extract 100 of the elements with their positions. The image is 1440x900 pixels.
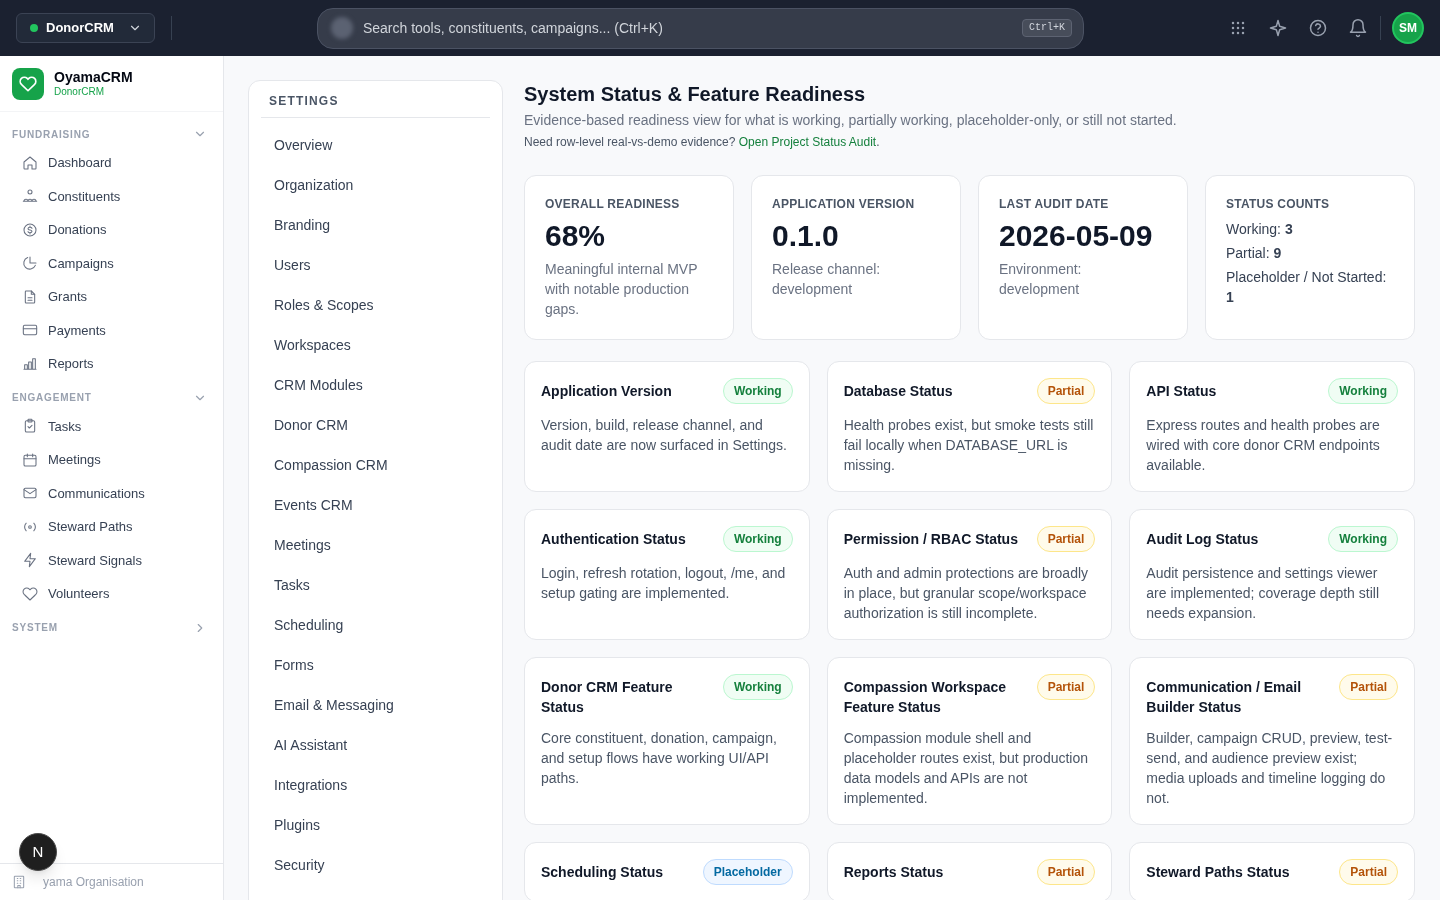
settings-nav-item[interactable]: Meetings xyxy=(261,525,490,565)
sidebar-item[interactable]: Donations xyxy=(12,213,211,247)
settings-nav-item[interactable]: Tasks xyxy=(261,565,490,605)
settings-nav-item[interactable]: Roles & Scopes xyxy=(261,285,490,325)
clipboard-check-icon xyxy=(22,418,38,435)
audit-note: Need row-level real-vs-demo evidence? Open Project Status Audit. xyxy=(524,134,881,150)
settings-nav-item[interactable]: Email & Messaging xyxy=(261,685,490,725)
status-description: Builder, campaign CRUD, preview, test-send, and audience preview exist; media uploads and timeline logging do not. xyxy=(1146,729,1394,808)
status-count: Placeholder / Not Started: 1 xyxy=(1226,268,1388,307)
status-card-title: Permission / RBAC Status xyxy=(843,530,1018,549)
status-description: Compassion module shell and placeholder routes exist, but production data models and APIs are not implemented. xyxy=(843,729,1090,808)
status-card-title: Application Version xyxy=(541,382,672,401)
sidebar-item[interactable]: Reports xyxy=(12,347,211,381)
status-description: Core constituent, donation, campaign, and setup flows have working UI/API paths. xyxy=(541,729,778,788)
status-card-title: Audit Log Status xyxy=(1146,530,1259,549)
sidebar-item[interactable]: Volunteers xyxy=(12,577,211,611)
status-badge: Partial xyxy=(1036,378,1096,404)
building-icon xyxy=(12,875,26,889)
status-badge: Working xyxy=(722,378,793,404)
stat-label: APPLICATION VERSION xyxy=(772,196,916,212)
status-badge: Partial xyxy=(1339,674,1398,700)
section-heading: SYSTEM xyxy=(12,621,58,635)
status-description: Auth and admin protections are broadly in place, but granular scope/workspace authorization is still incomplete. xyxy=(843,564,1090,623)
status-card-title: Database Status xyxy=(843,382,953,401)
status-badge: Working xyxy=(1328,526,1398,552)
heart-icon xyxy=(22,585,38,602)
stat-label: STATUS COUNTS xyxy=(1226,196,1331,212)
settings-nav-item[interactable]: Overview xyxy=(261,125,490,165)
status-badge: Working xyxy=(1328,378,1398,404)
settings-heading: SETTINGS xyxy=(268,93,340,109)
settings-nav-item[interactable]: Plugins xyxy=(261,805,490,845)
section-heading: FUNDRAISING xyxy=(12,127,91,142)
status-card-title: Steward Paths Status xyxy=(1146,863,1290,882)
pie-chart-icon xyxy=(22,255,38,272)
status-description: Health probes exist, but smoke tests still fail locally when DATABASE_URL is missing. xyxy=(843,416,1095,475)
settings-nav-item[interactable]: Workspaces xyxy=(261,325,490,365)
settings-nav-item[interactable]: Compassion CRM xyxy=(261,445,490,485)
settings-nav-item[interactable]: Security xyxy=(261,845,490,885)
settings-nav-item[interactable]: Donor CRM xyxy=(261,405,490,445)
settings-nav-item[interactable]: CRM Modules xyxy=(261,365,490,405)
workspace-switcher[interactable]: DonorCRM xyxy=(16,13,155,43)
settings-nav-item[interactable]: Forms xyxy=(261,645,490,685)
status-card-title: Reports Status xyxy=(843,863,944,882)
stat-label: LAST AUDIT DATE xyxy=(999,196,1110,212)
heart-icon xyxy=(19,74,37,93)
settings-nav-item[interactable]: Users xyxy=(261,245,490,285)
bar-chart-icon xyxy=(22,355,38,372)
status-description: Version, build, release channel, and audit date are now surfaced in Settings. xyxy=(541,416,788,455)
section-heading: ENGAGEMENT xyxy=(12,391,92,405)
lightning-icon xyxy=(22,552,38,569)
settings-nav-item[interactable]: Integrations xyxy=(261,765,490,805)
settings-nav-item[interactable]: Organization xyxy=(261,165,490,205)
product-name: DonorCRM xyxy=(54,86,105,98)
sidebar-item[interactable]: Meetings xyxy=(12,443,211,477)
organisation-name: yama Organisation xyxy=(43,874,144,890)
settings-nav-item[interactable]: AI Assistant xyxy=(261,725,490,765)
bell-icon[interactable] xyxy=(1348,18,1368,38)
status-badge: Partial xyxy=(1339,859,1398,885)
settings-nav-item[interactable]: Branding xyxy=(261,205,490,245)
home-icon xyxy=(22,154,38,171)
status-badge: Working xyxy=(722,674,793,700)
status-card-title: API Status xyxy=(1146,382,1217,401)
document-icon xyxy=(22,288,38,305)
status-card-title: Scheduling Status xyxy=(541,863,664,882)
sidebar-item[interactable]: Steward Paths xyxy=(12,510,211,544)
sidebar-item[interactable]: Dashboard xyxy=(12,146,211,180)
status-count: Partial: 9 xyxy=(1226,244,1283,263)
status-card-title: Donor CRM Feature Status xyxy=(541,678,674,717)
sidebar-item[interactable]: Constituents xyxy=(12,179,211,213)
stat-value: 2026-05-09 xyxy=(999,218,1154,254)
status-card-title: Compassion Workspace Feature Status xyxy=(843,678,1007,717)
status-card-title: Authentication Status xyxy=(541,530,686,549)
settings-nav-item[interactable]: Scheduling xyxy=(261,605,490,645)
page-title: System Status & Feature Readiness xyxy=(524,82,867,107)
stat-value: 68% xyxy=(545,218,607,254)
status-badge: Partial xyxy=(1036,674,1096,700)
settings-nav-item[interactable]: Events CRM xyxy=(261,485,490,525)
status-description: Express routes and health probes are wired with core donor CRM endpoints available. xyxy=(1146,416,1381,475)
stat-description: Meaningful internal MVP with notable production gaps. xyxy=(545,260,699,319)
sidebar-item[interactable]: Campaigns xyxy=(12,246,211,280)
sidebar-item[interactable]: Tasks xyxy=(12,409,211,443)
status-badge: Working xyxy=(722,526,793,552)
people-icon xyxy=(22,188,38,205)
status-description: Login, refresh rotation, logout, /me, and setup gating are implemented. xyxy=(541,564,787,603)
brand-name: OyamaCRM xyxy=(54,69,133,86)
status-description: Audit persistence and settings viewer are implemented; coverage depth still needs expansion. xyxy=(1146,564,1380,623)
sidebar-item[interactable]: Grants xyxy=(12,280,211,314)
status-count: Working: 3 xyxy=(1226,220,1294,239)
dollar-circle-icon xyxy=(22,221,38,238)
sparkle-icon[interactable] xyxy=(1268,18,1288,38)
sidebar-item[interactable]: Payments xyxy=(12,313,211,347)
help-icon[interactable] xyxy=(1308,18,1328,38)
sidebar-item[interactable]: Steward Signals xyxy=(12,543,211,577)
stat-description: Environment: development xyxy=(999,260,1083,299)
sidebar-item[interactable]: Communications xyxy=(12,476,211,510)
status-badge: Partial xyxy=(1036,859,1096,885)
status-card-title: Communication / Email Builder Status xyxy=(1146,678,1303,717)
stat-value: 0.1.0 xyxy=(772,218,840,254)
status-badge: Placeholder xyxy=(702,859,793,885)
page-subtitle: Evidence-based readiness view for what is working, partially working, placeholder-only, or still not started. xyxy=(524,111,1178,130)
